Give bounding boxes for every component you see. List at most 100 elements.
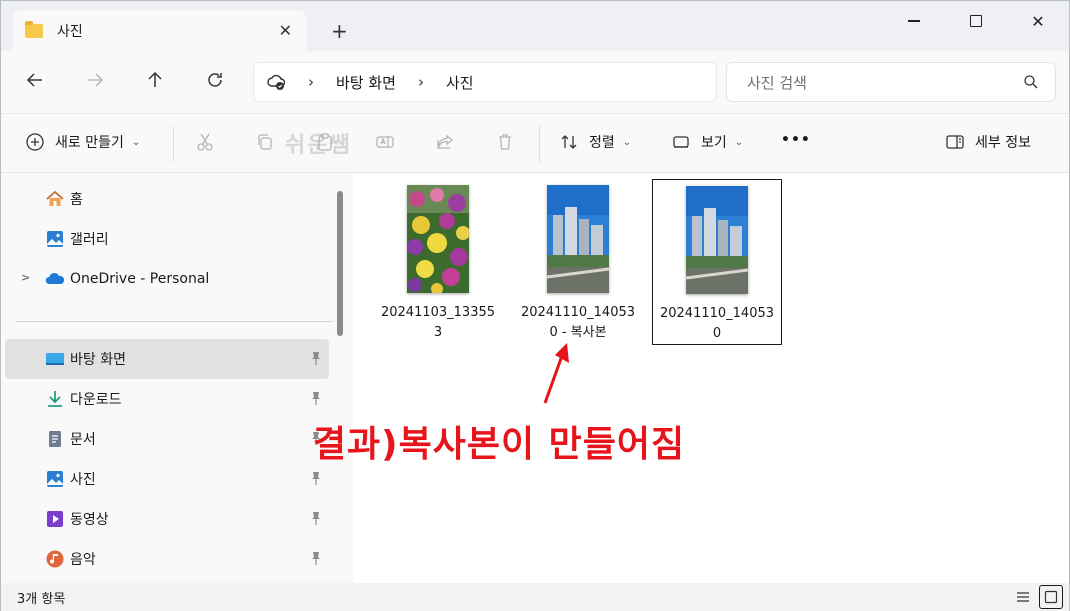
file-name: 20241110_140530 xyxy=(659,306,775,341)
details-pane-icon xyxy=(945,132,965,152)
sort-button[interactable]: 정렬 ⌄ xyxy=(559,132,631,152)
breadcrumb-desktop[interactable]: 바탕 화면 xyxy=(336,72,396,93)
cut-button[interactable] xyxy=(195,132,225,152)
large-icons-view-button[interactable] xyxy=(1039,585,1063,609)
maximize-button[interactable] xyxy=(945,1,1007,41)
chevron-down-icon: ⌄ xyxy=(734,136,744,148)
sidebar-item-label: 문서 xyxy=(70,432,96,448)
watermark-text: 쉬운쌤 xyxy=(285,133,352,158)
delete-button[interactable] xyxy=(495,132,525,152)
gallery-icon xyxy=(47,231,63,247)
file-explorer-window: 사진 ✕ + ✕ › 바탕 화면 › 사진 사진 검색 새로 만들기 ⌄ 정렬 … xyxy=(0,0,1070,611)
sidebar-item-label: 홈 xyxy=(70,192,83,208)
sidebar-item-music[interactable]: 음악 xyxy=(5,539,329,579)
download-icon xyxy=(48,391,62,407)
rename-icon xyxy=(375,132,395,152)
search-icon xyxy=(1024,75,1038,89)
toolbar-divider xyxy=(173,126,174,162)
sidebar-item-downloads[interactable]: 다운로드 xyxy=(5,379,329,419)
sidebar-item-videos[interactable]: 동영상 xyxy=(5,499,329,539)
status-bar: 3개 항목 xyxy=(1,583,1069,611)
new-button[interactable]: 새로 만들기 ⌄ xyxy=(25,132,140,152)
cloud-sync-icon xyxy=(267,74,286,90)
tab-close-icon[interactable]: ✕ xyxy=(279,21,292,40)
new-label: 새로 만들기 xyxy=(55,135,124,151)
file-item-selected[interactable]: 20241110_140530 xyxy=(652,179,782,345)
tiles-view-icon xyxy=(1044,590,1058,604)
refresh-icon xyxy=(208,73,222,87)
refresh-button[interactable] xyxy=(205,70,225,95)
back-button[interactable] xyxy=(25,70,45,95)
sidebar-scrollbar-track[interactable] xyxy=(335,173,347,583)
chevron-down-icon: ⌄ xyxy=(622,136,632,148)
arrow-right-icon xyxy=(88,73,104,87)
file-item[interactable]: 20241103_133553 xyxy=(373,179,503,345)
new-tab-button[interactable]: + xyxy=(331,19,348,43)
close-icon: ✕ xyxy=(1031,11,1045,31)
scissors-icon xyxy=(195,132,215,152)
toolbar-divider xyxy=(539,126,540,162)
copy-button[interactable] xyxy=(255,132,285,152)
desktop-icon xyxy=(46,353,64,365)
chevron-down-icon: ⌄ xyxy=(131,136,141,148)
command-bar: 새로 만들기 ⌄ 정렬 ⌄ 보기 ⌄ ••• 세부 정보 xyxy=(1,113,1069,173)
search-box[interactable]: 사진 검색 xyxy=(726,62,1056,102)
tab-label: 사진 xyxy=(57,23,83,40)
chevron-right-icon[interactable]: > xyxy=(21,271,30,284)
sidebar-item-gallery[interactable]: 갤러리 xyxy=(5,219,329,259)
video-icon xyxy=(47,511,63,527)
sidebar-item-label: 바탕 화면 xyxy=(70,352,126,368)
details-pane-button[interactable]: 세부 정보 xyxy=(945,132,1031,152)
pictures-icon xyxy=(47,471,63,487)
sidebar-divider xyxy=(15,321,333,322)
minimize-icon xyxy=(908,20,920,22)
add-circle-icon xyxy=(25,132,45,152)
up-button[interactable] xyxy=(145,70,165,95)
file-name: 20241103_133553 xyxy=(380,305,496,340)
folder-icon xyxy=(25,20,43,38)
sidebar-item-label: 음악 xyxy=(70,552,96,568)
more-options-button[interactable]: ••• xyxy=(781,132,811,148)
share-icon xyxy=(435,132,455,152)
trash-icon xyxy=(495,132,515,152)
title-bar: 사진 ✕ + ✕ xyxy=(1,1,1069,51)
breadcrumb-pictures[interactable]: 사진 xyxy=(446,72,474,93)
forward-button[interactable] xyxy=(85,70,105,95)
share-button[interactable] xyxy=(435,132,465,152)
sidebar-item-label: 사진 xyxy=(70,472,96,488)
music-icon xyxy=(46,550,64,568)
file-item[interactable]: 20241110_140530 - 복사본 xyxy=(513,179,643,345)
view-label: 보기 xyxy=(701,135,727,151)
thumbnail-city xyxy=(686,186,748,294)
pin-icon[interactable] xyxy=(311,471,321,485)
arrow-left-icon xyxy=(26,73,42,87)
minimize-button[interactable] xyxy=(883,1,945,41)
view-toggle xyxy=(1011,585,1063,609)
view-button[interactable]: 보기 ⌄ xyxy=(671,132,743,152)
maximize-icon xyxy=(970,15,982,27)
address-bar[interactable]: › 바탕 화면 › 사진 xyxy=(253,62,717,102)
file-name: 20241110_140530 - 복사본 xyxy=(520,305,636,340)
list-view-icon xyxy=(1017,592,1029,602)
view-icon xyxy=(671,132,691,152)
sidebar-item-onedrive[interactable]: > OneDrive - Personal xyxy=(5,259,329,299)
home-icon xyxy=(46,190,64,206)
pin-icon[interactable] xyxy=(311,551,321,565)
rename-button[interactable] xyxy=(375,132,405,152)
sidebar-item-label: 갤러리 xyxy=(70,232,109,248)
details-view-button[interactable] xyxy=(1011,585,1035,609)
pin-icon[interactable] xyxy=(311,391,321,405)
sidebar-item-home[interactable]: 홈 xyxy=(5,179,329,219)
pin-icon[interactable] xyxy=(311,351,321,365)
more-icon: ••• xyxy=(781,132,811,148)
sidebar-item-desktop[interactable]: 바탕 화면 xyxy=(5,339,329,379)
sort-icon xyxy=(559,132,579,152)
sidebar-item-label: 동영상 xyxy=(70,512,109,528)
tab-pictures[interactable]: 사진 ✕ xyxy=(13,10,306,51)
file-list-pane: 20241103_133553 20241110_140530 - 복사본 20… xyxy=(313,173,1069,583)
close-window-button[interactable]: ✕ xyxy=(1007,1,1069,41)
pin-icon[interactable] xyxy=(311,511,321,525)
sidebar-scrollbar-thumb[interactable] xyxy=(337,191,343,336)
annotation-text: 결과)복사본이 만들어짐 xyxy=(312,424,686,465)
thumbnail-city xyxy=(547,185,609,293)
